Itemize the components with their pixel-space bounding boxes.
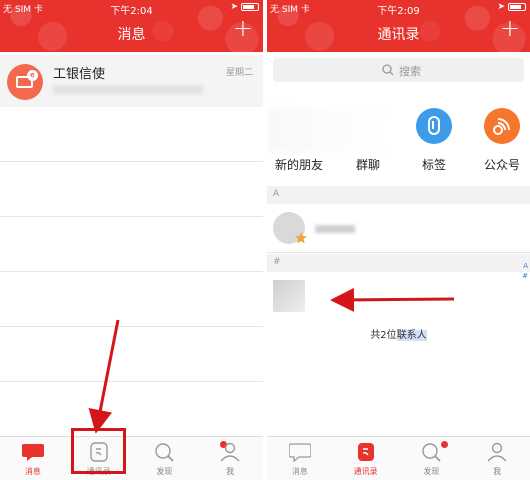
arrow-to-contact [330,287,455,312]
annotation-arrows [88,287,455,434]
arrow-to-contacts-tab [88,319,120,434]
